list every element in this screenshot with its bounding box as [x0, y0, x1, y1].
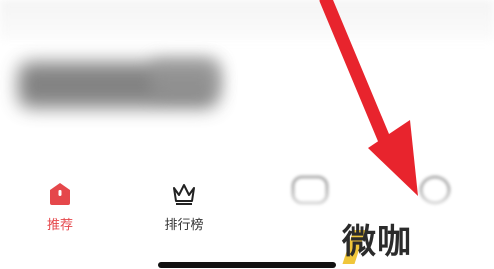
tab-recommend-label: 推荐 [46, 218, 73, 233]
home-icon [50, 183, 70, 205]
crown-icon [173, 184, 195, 205]
tab-ranking[interactable]: 排行榜 [139, 180, 229, 236]
tab-ranking-label: 排行榜 [164, 218, 204, 233]
blurred-banner-highlight [150, 58, 220, 98]
tab-recommend[interactable]: 推荐 [15, 180, 105, 236]
watermark-logo: 微咖 [342, 222, 412, 262]
home-indicator [158, 262, 336, 268]
blurred-header [0, 0, 494, 40]
